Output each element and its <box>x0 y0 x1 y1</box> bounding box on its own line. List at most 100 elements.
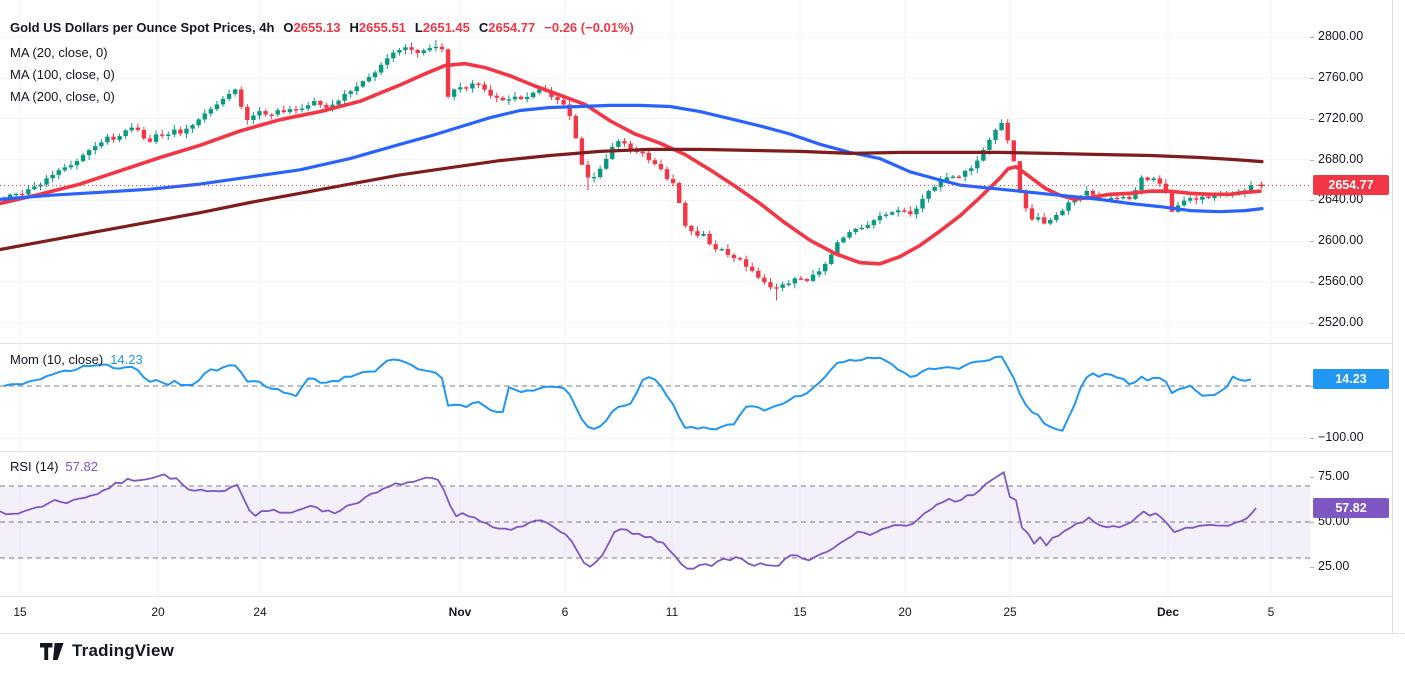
axis-tick <box>1310 323 1314 324</box>
mom-axis-label: −100.00 <box>1318 430 1364 444</box>
tradingview-link[interactable]: TradingView <box>40 641 174 661</box>
candle-body <box>452 89 456 96</box>
time-axis-label: Dec <box>1157 605 1179 619</box>
candle-body <box>561 100 565 104</box>
candle-body <box>744 259 748 266</box>
candle-body <box>707 234 711 244</box>
candle-body <box>902 210 906 211</box>
candle-body <box>75 161 79 165</box>
candle-body <box>872 220 876 225</box>
time-axis-label: 20 <box>151 605 164 619</box>
candle-body <box>592 177 596 178</box>
time-axis-label: 5 <box>1268 605 1275 619</box>
candle-body <box>245 107 249 120</box>
candle-body <box>172 130 176 135</box>
ohlc-letter: L <box>415 20 423 35</box>
candle-body <box>507 99 511 100</box>
candle-body <box>908 211 912 214</box>
momentum-panel[interactable] <box>0 344 1310 451</box>
candle-body <box>780 284 784 287</box>
candle-body <box>14 194 18 195</box>
candles <box>2 40 1253 300</box>
candle-body <box>817 271 821 274</box>
candle-body <box>148 139 152 142</box>
rsi-panel[interactable] <box>0 452 1310 595</box>
candle-body <box>805 279 809 281</box>
candle-body <box>1194 198 1198 199</box>
candle-body <box>136 128 140 130</box>
candle-body <box>196 119 200 125</box>
candle-body <box>69 165 73 167</box>
ma20-legend: MA (20, close, 0) <box>10 45 108 60</box>
candle-body <box>57 170 61 175</box>
candle-body <box>184 129 188 134</box>
rsi-value-badge: 57.82 <box>1313 498 1389 518</box>
ohlc-value: 2654.77 <box>488 20 535 35</box>
candle-body <box>677 183 681 203</box>
time-axis-label: 20 <box>898 605 911 619</box>
candle-body <box>555 97 559 100</box>
price-axis-label: 2560.00 <box>1318 274 1363 288</box>
candle-body <box>318 101 322 105</box>
candle-body <box>355 87 359 92</box>
candle-body <box>671 179 675 183</box>
candle-body <box>391 53 395 59</box>
axis-tick <box>1310 567 1314 568</box>
rsi-legend: RSI (14)57.82 <box>10 459 98 474</box>
candle-body <box>641 152 645 153</box>
panel-separator[interactable] <box>0 451 1392 452</box>
candle-body <box>403 47 407 50</box>
time-axis-label: 11 <box>666 605 678 619</box>
candle-body <box>1054 215 1058 220</box>
candle-body <box>750 267 754 271</box>
candle-body <box>288 109 292 112</box>
panel-separator[interactable] <box>0 343 1392 344</box>
candle-body <box>823 264 827 271</box>
candle-body <box>458 87 462 89</box>
candle-body <box>683 203 687 226</box>
candle-body <box>349 91 353 94</box>
candle-body <box>586 165 590 178</box>
candle-body <box>920 199 924 209</box>
candle-body <box>841 238 845 243</box>
time-axis-label: 15 <box>793 605 806 619</box>
price-axis-label: 2720.00 <box>1318 111 1363 125</box>
candle-body <box>44 178 48 184</box>
candle-body <box>993 130 997 140</box>
momentum-legend: Mom (10, close)14.23 <box>10 352 143 367</box>
candle-body <box>531 93 535 97</box>
candle-body <box>1036 217 1040 219</box>
bottom-separator <box>0 633 1405 634</box>
candle-body <box>896 210 900 212</box>
candle-body <box>294 109 298 110</box>
candle-body <box>409 47 413 50</box>
candle-body <box>434 47 438 48</box>
chart-title: Gold US Dollars per Ounce Spot Prices, 4… <box>10 20 274 35</box>
candle-body <box>1182 201 1186 206</box>
candle-body <box>762 278 766 283</box>
time-axis-label: 25 <box>1003 605 1016 619</box>
time-axis[interactable]: 152024Nov611152025Dec5 <box>0 596 1405 633</box>
ohlc-value: 2655.51 <box>359 20 406 35</box>
candle-body <box>160 134 164 135</box>
candle-body <box>598 169 602 177</box>
candle-body <box>1060 211 1064 215</box>
tradingview-logo-icon <box>40 643 64 660</box>
candle-body <box>1024 192 1028 208</box>
ohlc-values: O2655.13H2655.51L2651.45C2654.77−0.26 (−… <box>274 20 633 35</box>
candle-body <box>93 146 97 150</box>
last-price-badge: 2654.77 <box>1313 175 1389 195</box>
price-scale[interactable]: 2800.002760.002720.002680.002640.002600.… <box>1310 0 1405 633</box>
ma100-line <box>0 105 1262 211</box>
candle-body <box>1249 185 1253 190</box>
time-axis-label: 6 <box>562 605 569 619</box>
candle-body <box>1048 220 1052 224</box>
main-price-panel[interactable] <box>0 0 1310 343</box>
candle-body <box>932 187 936 191</box>
candle-body <box>1200 197 1204 200</box>
candle-body <box>999 123 1003 130</box>
candle-body <box>866 225 870 228</box>
candle-body <box>111 137 115 140</box>
axis-tick <box>1310 477 1314 478</box>
candle-body <box>312 101 316 105</box>
